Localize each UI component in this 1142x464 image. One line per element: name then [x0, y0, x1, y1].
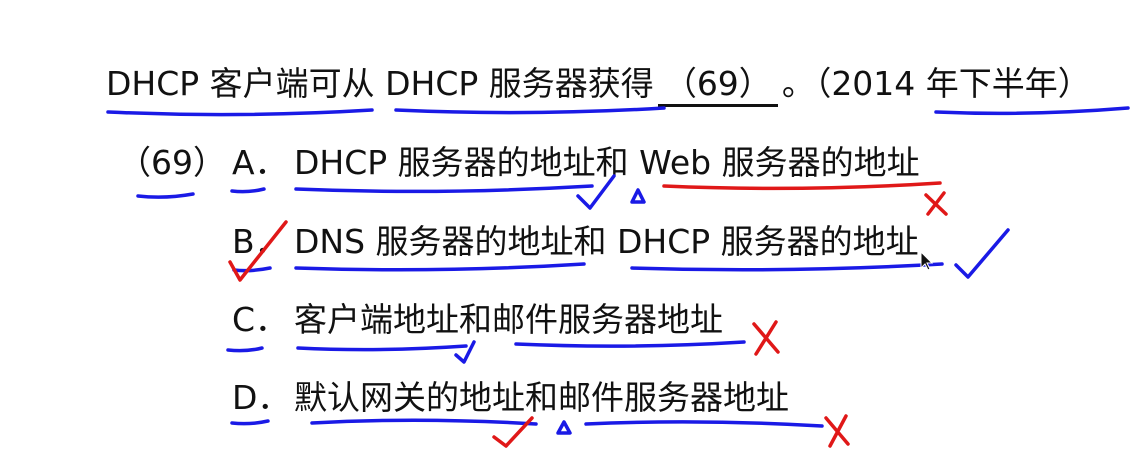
check-mark-c [454, 340, 476, 364]
underline-stem-2 [394, 106, 666, 115]
check-mark-b [954, 228, 1010, 279]
option-c: C． 客户端地址和邮件服务器地址 [232, 300, 723, 340]
question-source: 。（2014 年下半年） [781, 64, 1091, 103]
underline-b-letter [232, 266, 272, 273]
answer-blank: （69） [657, 64, 778, 107]
option-a-text: DHCP 服务器的地址和 Web 服务器的地址 [294, 143, 920, 182]
cross-mark-d [824, 414, 850, 448]
underline-d-text-2 [584, 420, 824, 428]
underline-a-letter [230, 187, 266, 194]
option-b-text: DNS 服务器的地址和 DHCP 服务器的地址 [294, 222, 919, 261]
triangle-mark-d [556, 420, 572, 435]
underline-b-text-2 [630, 262, 944, 272]
option-d-text: 默认网关的地址和邮件服务器地址 [294, 378, 789, 417]
option-a: A． DHCP 服务器的地址和 Web 服务器的地址 [232, 143, 920, 183]
option-c-letter: C． [232, 300, 289, 339]
underline-a-text [294, 184, 594, 194]
underline-c-letter [226, 346, 264, 353]
option-d: D． 默认网关的地址和邮件服务器地址 [232, 378, 789, 418]
underline-stem-1 [106, 108, 374, 117]
underline-c-text-2 [514, 340, 746, 348]
underline-c-text-1 [296, 344, 468, 352]
question-number: （69） [118, 143, 226, 182]
question-text: DHCP 客户端可从 DHCP 服务器获得 [106, 64, 654, 103]
underline-d-text-1 [310, 418, 538, 426]
option-a-letter: A． [232, 143, 288, 182]
underline-d-letter [230, 419, 270, 426]
option-c-text: 客户端地址和邮件服务器地址 [294, 300, 723, 339]
triangle-mark-a [630, 188, 646, 204]
option-b-letter: B． [232, 222, 288, 261]
cross-mark-a [924, 191, 948, 216]
underline-b-text-1 [294, 262, 586, 272]
option-d-letter: D． [232, 378, 291, 417]
cursor-icon [920, 250, 934, 271]
underline-qnum [136, 192, 195, 199]
option-b: B． DNS 服务器的地址和 DHCP 服务器的地址 [232, 222, 919, 262]
underline-a-text-red [662, 181, 942, 191]
underline-stem-3 [934, 106, 1130, 116]
check-mark-d [492, 416, 534, 448]
question-stem: DHCP 客户端可从 DHCP 服务器获得 （69） 。（2014 年下半年） [106, 64, 1091, 107]
cross-mark-c [752, 320, 780, 356]
